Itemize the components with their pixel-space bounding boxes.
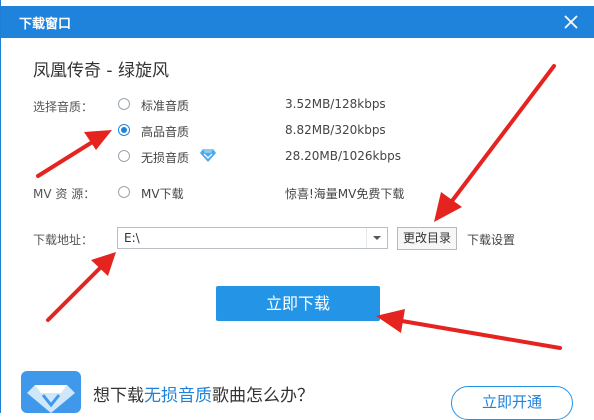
download-settings-link[interactable]: 下载设置	[467, 231, 515, 248]
mv-download-label: MV下载	[141, 187, 184, 201]
download-path-select[interactable]: E:\	[117, 227, 388, 249]
change-directory-button[interactable]: 更改目录	[397, 227, 457, 250]
standard-quality-label: 标准音质	[141, 99, 190, 113]
high-quality-size: 8.82MB/320kbps	[285, 123, 386, 137]
radio-lossless-quality[interactable]	[118, 150, 130, 162]
vip-badge-icon	[21, 371, 81, 413]
song-title: 凤凰传奇 - 绿旋风	[33, 61, 169, 81]
lossless-quality-label: 无损音质	[141, 151, 190, 165]
promo-lossless-link[interactable]: 无损音质	[144, 386, 212, 406]
lossless-quality-size: 28.20MB/1026kbps	[285, 149, 401, 163]
radio-high-quality[interactable]	[118, 124, 130, 136]
promo-text-after: 歌曲怎么办？	[212, 386, 314, 406]
close-icon	[564, 15, 578, 29]
download-path-value: E:\	[124, 231, 140, 245]
vip-diamond-icon	[200, 149, 216, 162]
radio-mv-download[interactable]	[118, 186, 130, 198]
title-bar[interactable]: 下载窗口	[1, 6, 594, 38]
mv-label: MV 资 源：	[33, 187, 96, 201]
promo-text: 想下载无损音质歌曲怎么办？	[93, 381, 314, 406]
quality-label: 选择音质：	[33, 100, 94, 114]
path-label: 下载地址：	[33, 233, 94, 247]
mv-note: 惊喜!海量MV免费下载	[285, 187, 405, 201]
close-button[interactable]	[561, 12, 581, 32]
promo-text-before: 想下载	[93, 386, 144, 406]
high-quality-label: 高品音质	[141, 125, 190, 139]
radio-standard-quality[interactable]	[118, 98, 130, 110]
standard-quality-size: 3.52MB/128kbps	[285, 97, 386, 111]
open-membership-button[interactable]: 立即开通	[451, 386, 573, 420]
download-now-button[interactable]: 立即下载	[216, 286, 380, 321]
chevron-down-icon[interactable]	[366, 228, 387, 248]
window-title: 下载窗口	[19, 17, 72, 32]
download-dialog: 下载窗口 凤凰传奇 - 绿旋风 选择音质： 标准音质 3.52MB/128kbp…	[0, 0, 594, 420]
